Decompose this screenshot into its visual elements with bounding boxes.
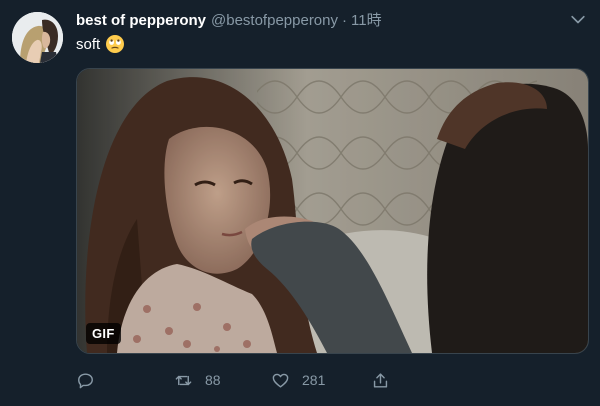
tweet-text: soft <box>76 34 125 54</box>
tweet-text-content: soft <box>76 35 101 53</box>
tweet-actions: 88 281 <box>76 368 406 392</box>
like-count: 281 <box>302 372 326 388</box>
separator-dot: · <box>342 12 347 29</box>
tweet-header: best of pepperony @bestofpepperony · 11時 <box>76 9 560 31</box>
reply-icon <box>78 372 93 388</box>
gif-media[interactable]: GIF <box>76 68 589 354</box>
reply-button[interactable] <box>76 368 107 392</box>
timestamp[interactable]: 11時 <box>351 9 382 30</box>
tweet[interactable]: best of pepperony @bestofpepperony · 11時… <box>0 0 600 406</box>
retweet-icon <box>175 375 192 385</box>
retweet-button[interactable]: 88 <box>174 368 221 392</box>
user-handle[interactable]: @bestofpepperony <box>211 12 338 29</box>
display-name[interactable]: best of pepperony <box>76 12 206 29</box>
gif-still-image <box>77 69 588 353</box>
gif-badge: GIF <box>86 323 121 344</box>
like-button[interactable]: 281 <box>271 368 325 392</box>
heart-icon <box>272 373 289 388</box>
avatar-image <box>12 12 63 63</box>
face-with-rolling-eyes-emoji-icon <box>105 34 125 54</box>
more-options-chevron-down-icon[interactable] <box>568 10 588 30</box>
avatar[interactable] <box>12 12 63 63</box>
share-icon <box>373 372 388 388</box>
share-button[interactable] <box>371 368 390 392</box>
retweet-count: 88 <box>205 372 221 388</box>
